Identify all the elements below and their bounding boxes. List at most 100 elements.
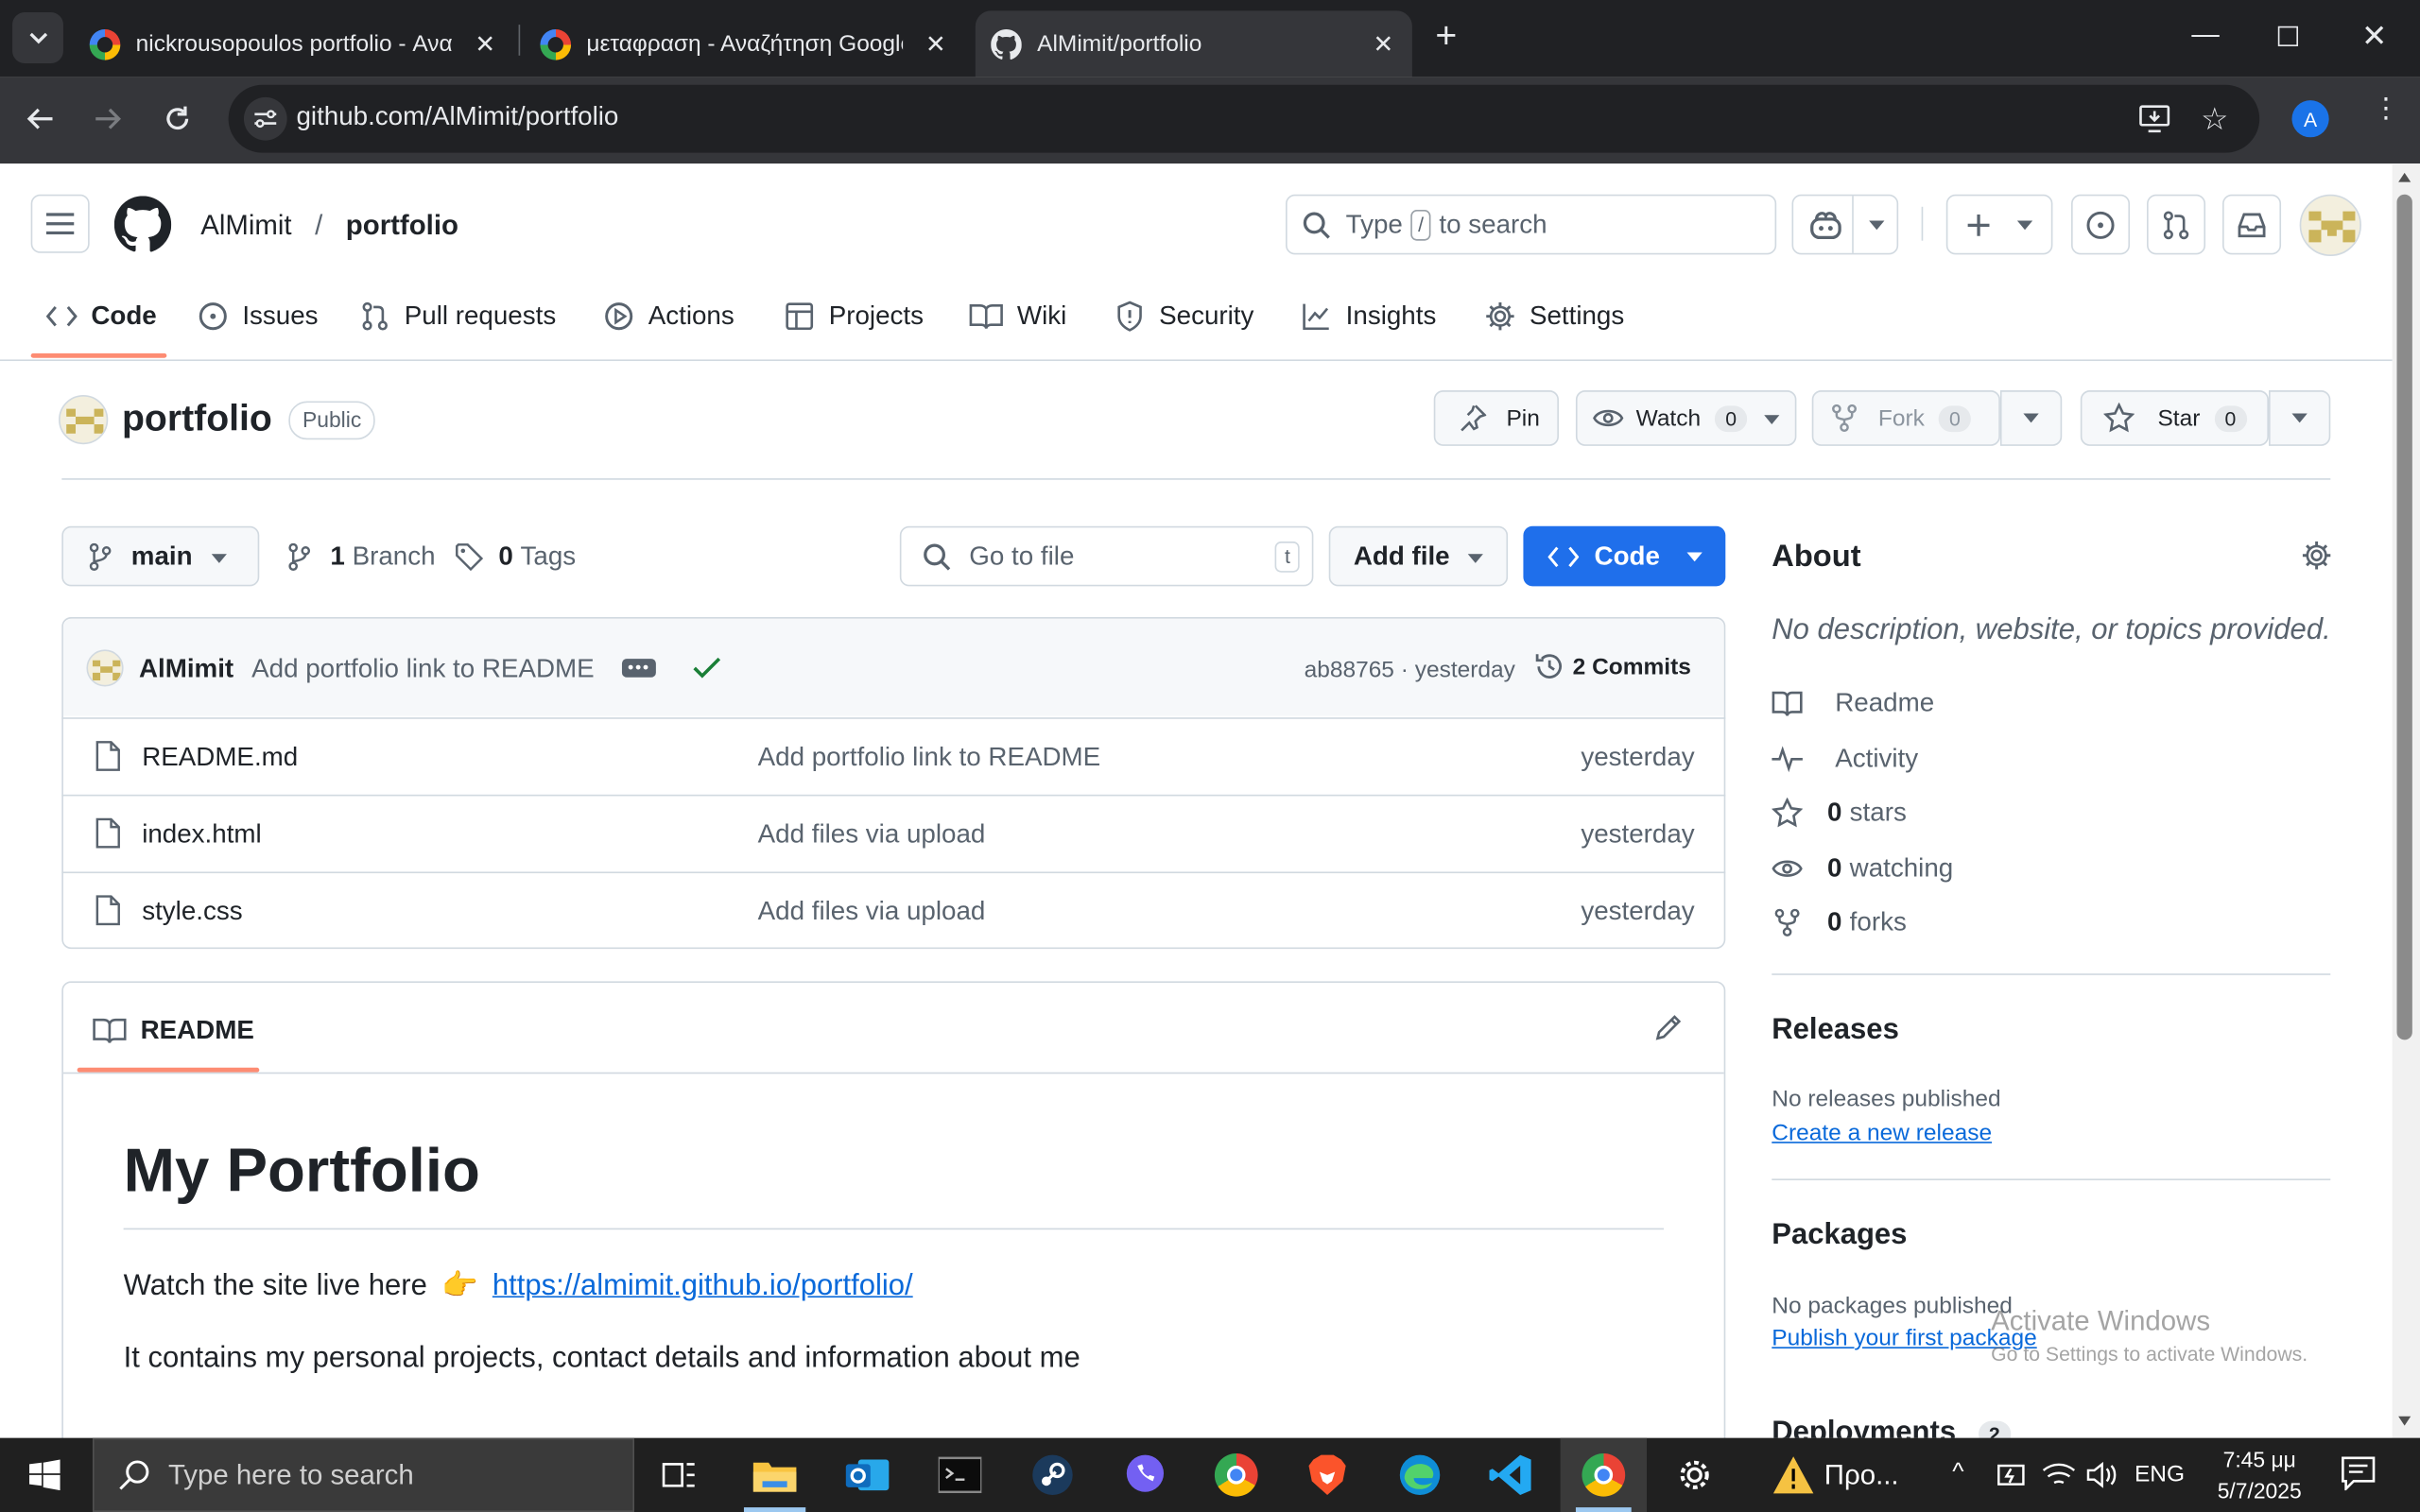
releases-heading[interactable]: Releases: [1772, 1014, 1899, 1048]
repo-link[interactable]: portfolio: [346, 210, 458, 241]
fork-button[interactable]: Fork 0: [1811, 390, 2000, 446]
table-row[interactable]: index.html Add files via upload yesterda…: [61, 794, 1726, 872]
repo-title[interactable]: portfolio: [122, 398, 272, 441]
inbox-button[interactable]: [2222, 194, 2282, 255]
fork-dropdown-button[interactable]: [1999, 390, 2063, 446]
add-file-button[interactable]: Add file: [1328, 525, 1509, 587]
language-indicator[interactable]: ENG: [2135, 1461, 2185, 1487]
branch-selector[interactable]: main: [61, 525, 260, 587]
scroll-up-icon[interactable]: [2398, 172, 2411, 182]
edge-icon[interactable]: [1389, 1447, 1450, 1503]
file-name[interactable]: README.md: [142, 742, 298, 773]
readme-link[interactable]: Readme: [1772, 688, 1934, 719]
chrome-icon[interactable]: [1205, 1447, 1267, 1503]
github-logo-icon[interactable]: [113, 196, 172, 252]
chrome-taskbar-active[interactable]: [1560, 1437, 1648, 1512]
close-tab-icon[interactable]: ✕: [925, 29, 946, 60]
scrollbar[interactable]: [2392, 163, 2420, 1438]
watch-button[interactable]: Watch 0: [1575, 390, 1797, 446]
clock[interactable]: 7:45 μμ 5/7/2025: [2204, 1444, 2315, 1505]
go-to-file-input[interactable]: Go to file t: [899, 525, 1314, 587]
pencil-icon[interactable]: [1654, 1014, 1682, 1041]
close-window-icon[interactable]: ✕: [2361, 17, 2387, 56]
portfolio-link[interactable]: https://almimit.github.io/portfolio/: [493, 1270, 913, 1302]
file-explorer-icon[interactable]: [744, 1447, 805, 1503]
commit-hash[interactable]: ab88765: [1305, 658, 1394, 684]
table-row[interactable]: style.css Add files via upload yesterday: [61, 871, 1726, 949]
profile-avatar[interactable]: A: [2291, 100, 2329, 138]
tab-settings[interactable]: Settings: [1485, 296, 1624, 335]
tab-pull-requests[interactable]: Pull requests: [359, 296, 556, 335]
vscode-icon[interactable]: [1480, 1447, 1542, 1503]
ellipsis-button[interactable]: •••: [621, 659, 656, 678]
battery-icon[interactable]: [1996, 1461, 2030, 1488]
weather-widget[interactable]: Προ...: [1772, 1438, 1899, 1512]
brave-icon[interactable]: [1296, 1447, 1357, 1503]
task-view-icon[interactable]: [648, 1447, 710, 1503]
forward-icon[interactable]: [93, 103, 124, 134]
close-tab-icon[interactable]: ✕: [475, 29, 495, 60]
scroll-down-icon[interactable]: [2398, 1416, 2411, 1426]
hamburger-menu-button[interactable]: [30, 194, 90, 253]
minimize-icon[interactable]: —: [2191, 19, 2219, 51]
back-icon[interactable]: [25, 103, 56, 134]
star-button[interactable]: Star 0: [2080, 390, 2269, 446]
wifi-icon[interactable]: [2042, 1461, 2076, 1488]
tab-issues[interactable]: Issues: [198, 296, 319, 335]
owner-link[interactable]: AlMimit: [200, 210, 291, 241]
steam-icon[interactable]: [1022, 1447, 1083, 1503]
browser-tab[interactable]: nickrousopoulos portfolio - Αναζήτηση Go…: [74, 10, 513, 77]
forks-link[interactable]: 0 forks: [1772, 907, 1907, 938]
table-row[interactable]: README.md Add portfolio link to README y…: [61, 717, 1726, 795]
branches-link[interactable]: 1 Branch: [287, 541, 436, 573]
file-commit-message[interactable]: Add portfolio link to README: [758, 742, 1101, 773]
notifications-icon[interactable]: [2342, 1456, 2376, 1491]
check-icon[interactable]: [693, 657, 721, 679]
close-tab-icon[interactable]: ✕: [1373, 29, 1393, 60]
tab-projects[interactable]: Projects: [784, 296, 924, 335]
watching-link[interactable]: 0 watching: [1772, 853, 1953, 885]
commits-history-link[interactable]: 2 Commits: [1534, 651, 1691, 682]
file-name[interactable]: index.html: [142, 819, 262, 850]
gear-icon[interactable]: [2301, 540, 2332, 571]
browser-tab-active[interactable]: AlMimit/portfolio ✕: [975, 10, 1412, 77]
start-button[interactable]: [14, 1447, 76, 1503]
scrollbar-thumb[interactable]: [2396, 194, 2412, 1040]
tray-expand-icon[interactable]: ^: [1952, 1459, 1963, 1486]
volume-icon[interactable]: [2085, 1461, 2119, 1488]
tab-code[interactable]: Code: [45, 296, 157, 335]
pull-requests-button[interactable]: [2147, 194, 2206, 255]
copilot-button[interactable]: [1791, 194, 1899, 255]
settings-icon[interactable]: [1664, 1447, 1725, 1503]
outlook-icon[interactable]: [837, 1447, 898, 1503]
browser-tab[interactable]: μεταφραση - Αναζήτηση Google ✕: [525, 10, 964, 77]
pin-button[interactable]: Pin: [1433, 390, 1559, 446]
restore-icon[interactable]: [2277, 26, 2299, 46]
new-tab-icon[interactable]: +: [1435, 18, 1457, 56]
tab-security[interactable]: Security: [1115, 296, 1253, 335]
deployments-heading[interactable]: Deployments 2: [1772, 1417, 2012, 1438]
address-bar[interactable]: github.com/AlMimit/portfolio ☆: [228, 84, 2260, 153]
bookmark-star-icon[interactable]: ☆: [2201, 100, 2228, 139]
file-commit-message[interactable]: Add files via upload: [758, 819, 986, 850]
tab-insights[interactable]: Insights: [1301, 296, 1436, 335]
taskbar-search-input[interactable]: Type here to search: [92, 1437, 635, 1512]
create-new-button[interactable]: [1945, 194, 2053, 255]
issues-button[interactable]: [2071, 194, 2131, 255]
browser-menu-icon[interactable]: ⋮: [2372, 94, 2399, 122]
activity-link[interactable]: Activity: [1772, 744, 1918, 775]
create-release-link[interactable]: Create a new release: [1772, 1120, 1992, 1146]
file-name[interactable]: style.css: [142, 897, 242, 928]
stars-link[interactable]: 0 stars: [1772, 798, 1907, 829]
global-search-input[interactable]: Type / to search: [1285, 194, 1777, 255]
code-dropdown-button[interactable]: Code: [1523, 525, 1726, 587]
file-commit-message[interactable]: Add files via upload: [758, 897, 986, 928]
packages-heading[interactable]: Packages: [1772, 1219, 1907, 1253]
star-dropdown-button[interactable]: [2268, 390, 2331, 446]
site-info-icon[interactable]: [243, 96, 287, 141]
reload-icon[interactable]: [162, 103, 193, 134]
viber-icon[interactable]: [1115, 1447, 1176, 1503]
commit-author[interactable]: AlMimit: [139, 654, 233, 685]
tags-link[interactable]: 0 Tags: [456, 541, 576, 573]
commit-message[interactable]: Add portfolio link to README: [251, 654, 595, 685]
